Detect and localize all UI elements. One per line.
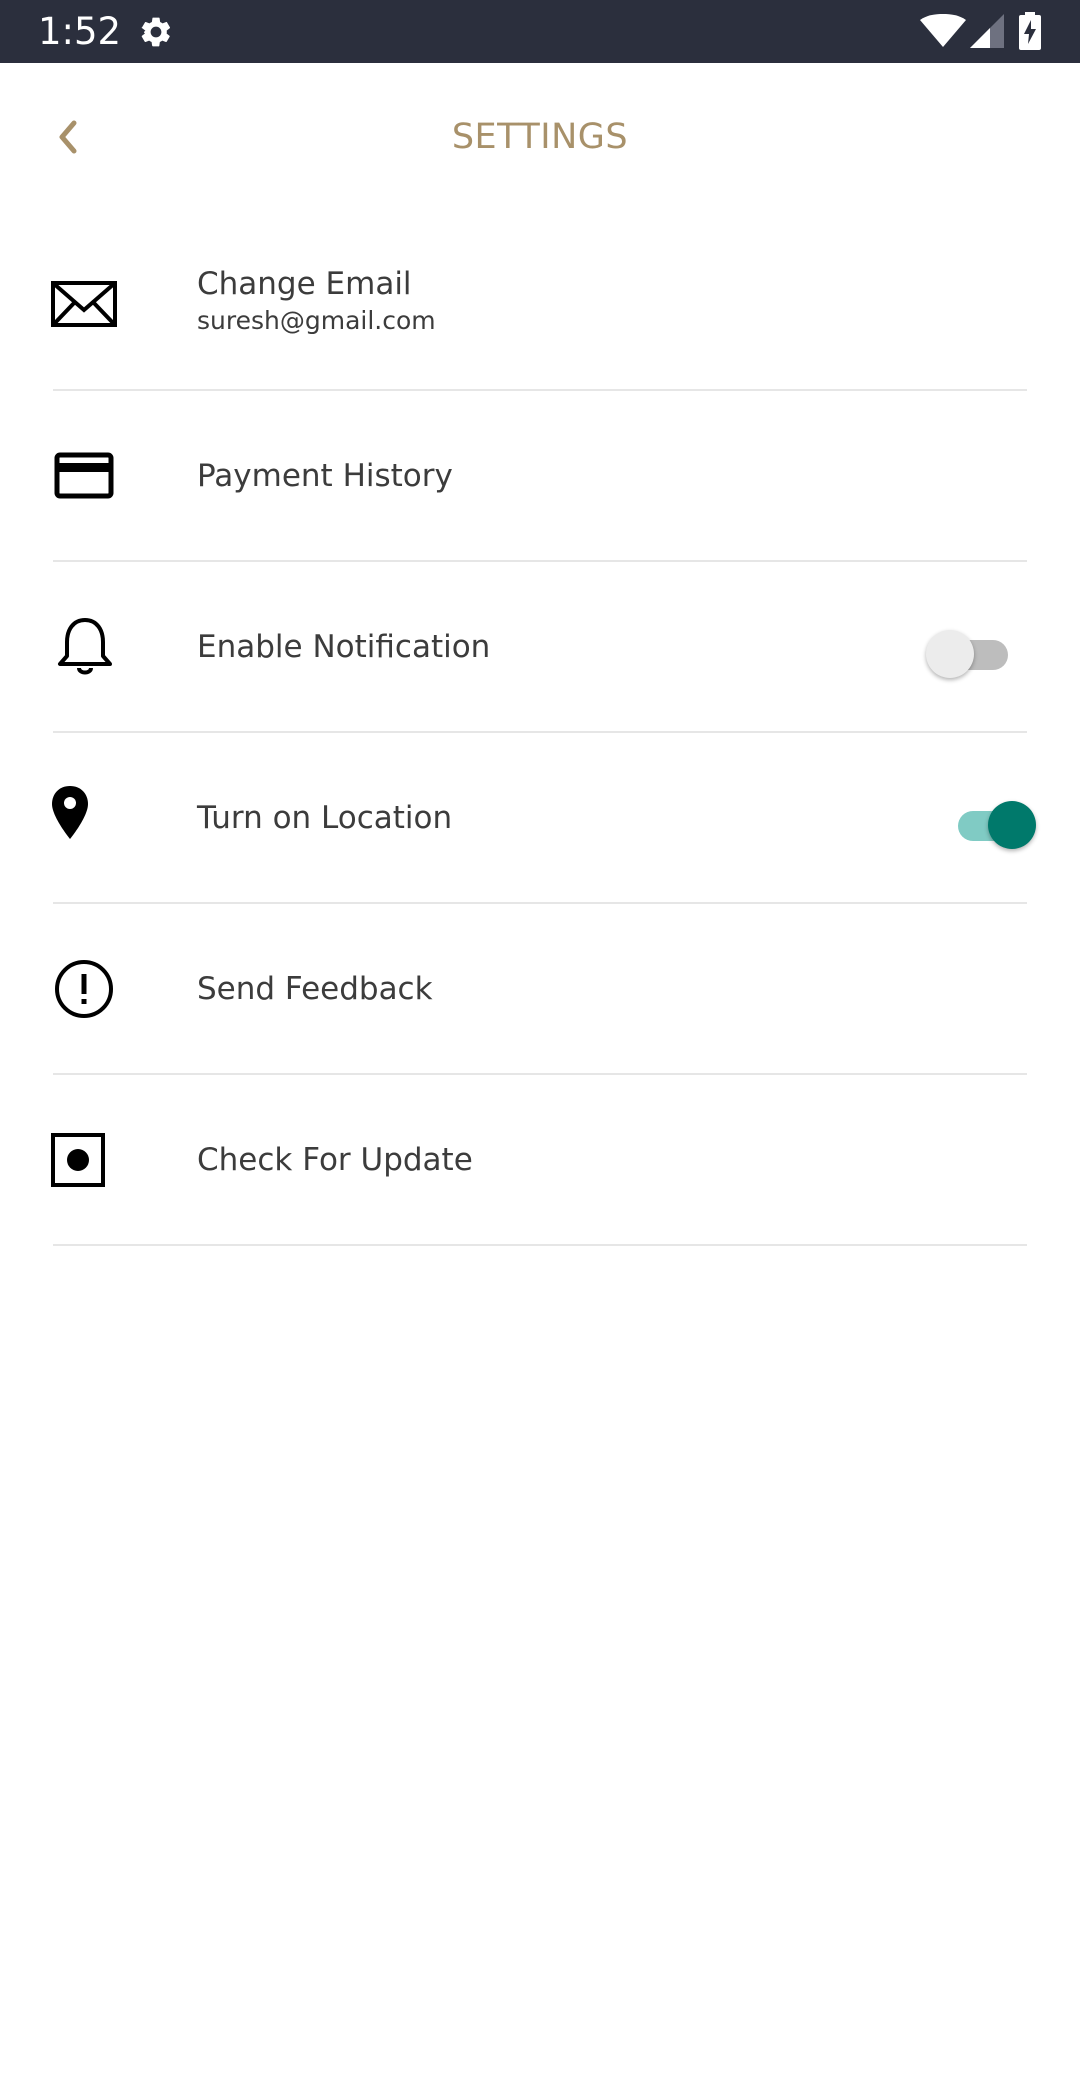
toggle-thumb — [926, 630, 974, 678]
email-value: suresh@gmail.com — [197, 306, 436, 335]
settings-item-label: Change Email — [197, 266, 412, 302]
signal-icon — [970, 14, 1004, 48]
page-title: SETTINGS — [451, 117, 629, 157]
credit-card-icon — [54, 452, 114, 499]
toggle-thumb — [988, 801, 1036, 849]
settings-item-label: Send Feedback — [197, 971, 433, 1007]
settings-item-check-for-update[interactable]: Check For Update — [0, 1075, 1080, 1246]
settings-item-label: Payment History — [197, 458, 453, 494]
alert-circle-icon — [55, 960, 113, 1018]
settings-item-enable-notification[interactable]: Enable Notification — [0, 562, 1080, 733]
settings-item-label: Check For Update — [197, 1142, 473, 1178]
settings-list: Change Email suresh@gmail.com Payment Hi… — [0, 220, 1080, 1246]
gear-icon — [141, 17, 171, 47]
settings-item-payment-history[interactable]: Payment History — [0, 391, 1080, 562]
bell-icon — [58, 618, 112, 675]
settings-item-turn-on-location[interactable]: Turn on Location — [0, 733, 1080, 904]
wifi-icon — [920, 14, 966, 47]
settings-item-label: Enable Notification — [197, 629, 491, 665]
location-pin-icon — [52, 786, 88, 839]
settings-item-change-email[interactable]: Change Email suresh@gmail.com — [0, 220, 1080, 391]
app-bar: SETTINGS — [0, 63, 1080, 209]
location-toggle[interactable] — [946, 797, 1038, 853]
divider — [53, 1244, 1027, 1246]
notification-toggle[interactable] — [926, 626, 1018, 682]
battery-charging-icon — [1019, 12, 1041, 50]
settings-item-label: Turn on Location — [197, 800, 453, 836]
status-bar: 1:52 — [0, 0, 1080, 63]
record-square-icon — [51, 1133, 105, 1187]
settings-item-send-feedback[interactable]: Send Feedback — [0, 904, 1080, 1075]
status-time: 1:52 — [38, 10, 122, 53]
envelope-icon — [51, 281, 117, 327]
